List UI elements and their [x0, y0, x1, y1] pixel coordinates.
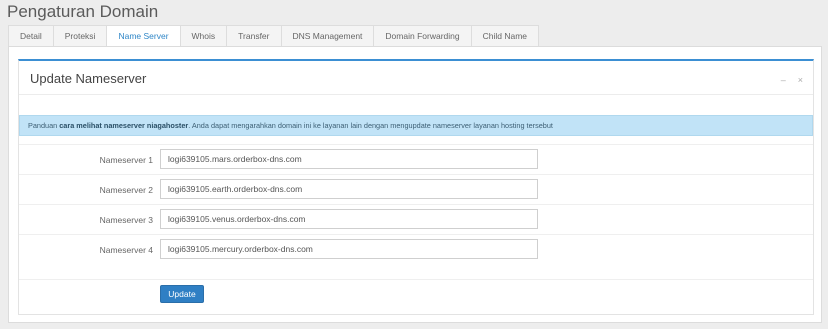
- tab-proteksi[interactable]: Proteksi: [52, 25, 107, 47]
- nameserver-1-input[interactable]: [160, 149, 538, 169]
- minus-icon[interactable]: –: [781, 75, 786, 85]
- nameserver-label: Nameserver 1: [99, 155, 153, 165]
- nameserver-label: Nameserver 2: [99, 185, 153, 195]
- nameserver-2-input[interactable]: [160, 179, 538, 199]
- nameserver-row: Nameserver 2: [19, 174, 813, 204]
- nameserver-4-input[interactable]: [160, 239, 538, 259]
- update-button[interactable]: Update: [160, 285, 204, 303]
- panel-title: Update Nameserver: [30, 71, 147, 86]
- form-actions: Update: [19, 279, 813, 313]
- nameserver-3-input[interactable]: [160, 209, 538, 229]
- panel-tools: – ×: [781, 75, 803, 85]
- update-nameserver-panel: Update Nameserver – × Panduan cara melih…: [18, 59, 814, 315]
- tab-content: Update Nameserver – × Panduan cara melih…: [8, 46, 822, 323]
- nameserver-label: Nameserver 4: [99, 245, 153, 255]
- page-title: Pengaturan Domain: [7, 2, 159, 21]
- nameserver-row: Nameserver 4: [19, 234, 813, 264]
- alert-text: . Anda dapat mengarahkan domain ini ke l…: [188, 121, 553, 130]
- tab-whois[interactable]: Whois: [179, 25, 227, 47]
- nameserver-label: Nameserver 3: [99, 215, 153, 225]
- alert-guide-link[interactable]: cara melihat nameserver niagahoster: [59, 121, 188, 130]
- tab-child-name[interactable]: Child Name: [470, 25, 539, 47]
- nameserver-row: Nameserver 1: [19, 144, 813, 174]
- tab-name-server[interactable]: Name Server: [106, 25, 180, 47]
- tab-domain-forwarding[interactable]: Domain Forwarding: [373, 25, 471, 47]
- domain-tabs: Detail Proteksi Name Server Whois Transf…: [8, 25, 539, 47]
- tab-dns-management[interactable]: DNS Management: [280, 25, 374, 47]
- info-alert: Panduan cara melihat nameserver niagahos…: [19, 115, 813, 136]
- nameserver-row: Nameserver 3: [19, 204, 813, 234]
- alert-prefix: Panduan: [28, 121, 60, 130]
- tab-detail[interactable]: Detail: [8, 25, 53, 47]
- close-icon[interactable]: ×: [798, 75, 803, 85]
- panel-divider: [19, 94, 813, 95]
- tab-transfer[interactable]: Transfer: [226, 25, 281, 47]
